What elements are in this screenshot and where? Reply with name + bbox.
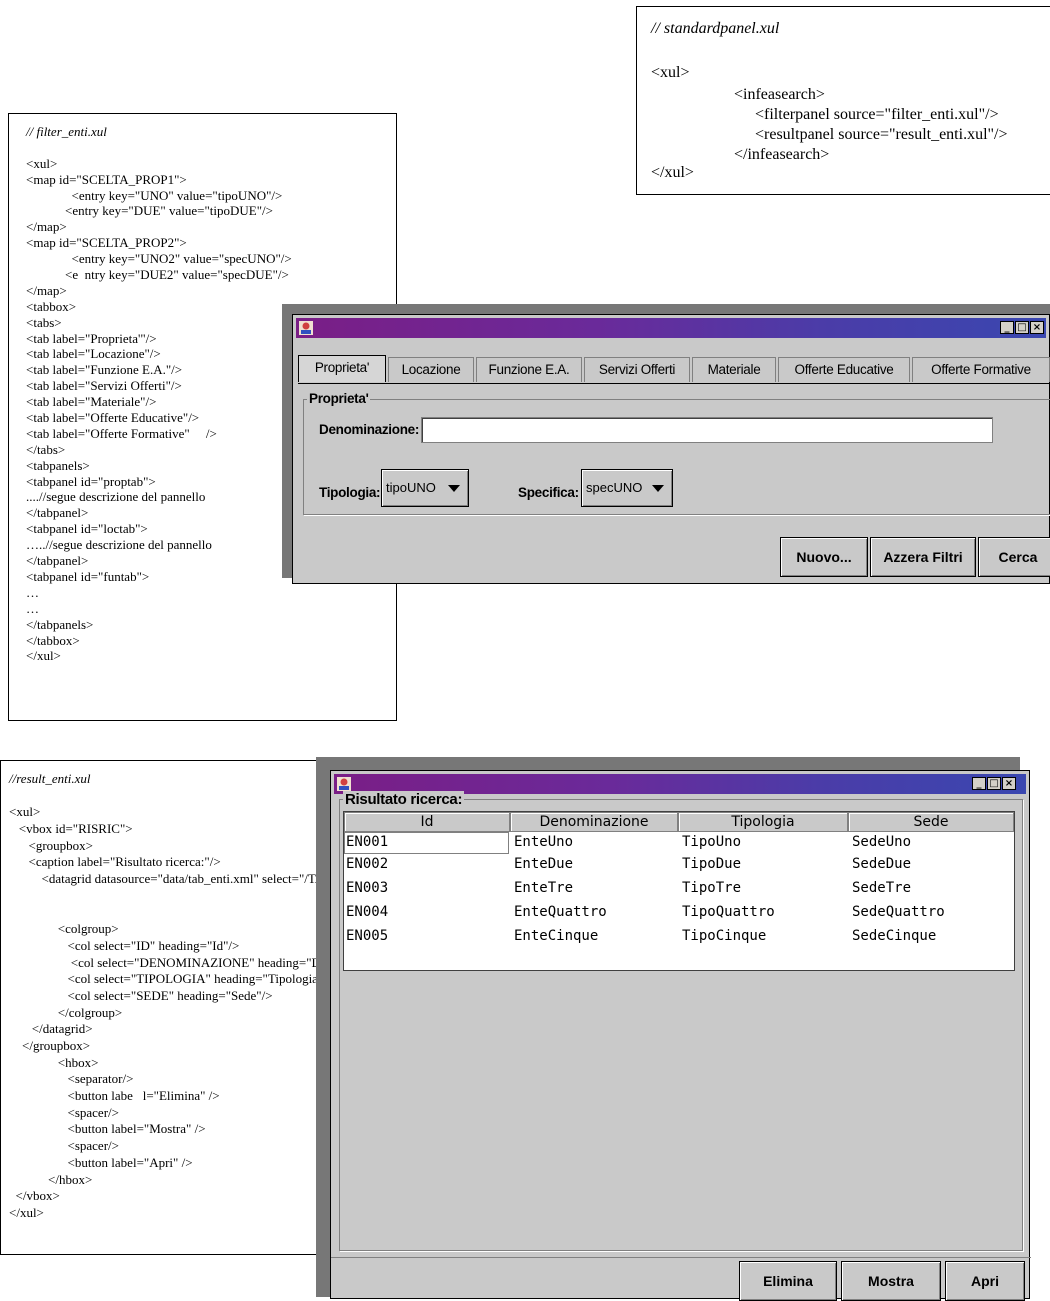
minimize-icon[interactable]: _ — [1000, 321, 1014, 334]
cell-tipologia: TipoUno — [682, 834, 742, 850]
code-line: <map id="SCELTA_PROP2"> — [26, 235, 187, 251]
tab-materiale[interactable]: Materiale — [692, 357, 776, 382]
cell-denominazione: EnteUno — [514, 834, 574, 850]
apri-button[interactable]: Apri — [945, 1261, 1025, 1301]
filter-window: _ □ × Proprieta' Locazione Funzione E.A.… — [292, 314, 1050, 584]
azzera-filtri-button[interactable]: Azzera Filtri — [870, 537, 976, 577]
code-line: … — [26, 584, 39, 600]
column-header-sede[interactable]: Sede — [848, 812, 1014, 832]
result-window: _ □ × Risultato ricerca: Id Denominazion… — [330, 770, 1031, 1301]
cell-sede: SedeDue — [852, 856, 912, 872]
group-title: Risultato ricerca: — [343, 791, 465, 808]
cell-tipologia: TipoQuattro — [682, 904, 775, 920]
cell-denominazione: EnteDue — [514, 856, 574, 872]
chevron-down-icon — [448, 485, 460, 492]
cell-denominazione: EnteTre — [514, 880, 574, 896]
tab-proprieta[interactable]: Proprieta' — [298, 355, 386, 382]
code-line: … — [26, 600, 39, 616]
code-line: </xul> — [651, 164, 694, 181]
code-line: </xul> — [26, 648, 61, 664]
specifica-select-value: specUNO — [586, 480, 643, 495]
title-bar[interactable]: _ □ × — [296, 318, 1046, 338]
column-header-tipologia[interactable]: Tipologia — [678, 812, 848, 832]
cell-sede: SedeQuattro — [852, 904, 945, 920]
maximize-icon[interactable]: □ — [987, 777, 1001, 790]
column-header-id[interactable]: Id — [344, 812, 510, 832]
maximize-icon[interactable]: □ — [1015, 321, 1029, 334]
cell-sede: SedeUno — [852, 834, 912, 850]
cell-id: EN003 — [346, 880, 389, 896]
code-line: </map> — [26, 219, 67, 235]
code-line: // filter_enti.xul — [26, 124, 107, 139]
table-row[interactable]: EN004 EnteQuattro TipoQuattro SedeQuattr… — [344, 904, 1014, 928]
specifica-select[interactable]: specUNO — [581, 469, 673, 507]
mostra-button[interactable]: Mostra — [841, 1261, 941, 1301]
code-line: <xul> — [26, 155, 58, 171]
tipologia-label: Tipologia: — [319, 485, 381, 500]
tab-strip: Proprieta' Locazione Funzione E.A. Servi… — [298, 355, 1050, 384]
code-line: <map id="SCELTA_PROP1"> — [26, 171, 187, 187]
code-line: <entry key="UNO2" value="specUNO"/> — [26, 251, 292, 267]
code-line: </tabpanels> — [26, 616, 94, 632]
minimize-icon[interactable]: _ — [972, 777, 986, 790]
specifica-label: Specifica: — [518, 485, 579, 500]
code-line: <resultpanel source="result_enti.xul"/> — [755, 126, 1008, 143]
code-line: <entry key="DUE" value="tipoDUE"/> — [26, 203, 273, 219]
tipologia-select[interactable]: tipoUNO — [381, 469, 469, 507]
button-bar-divider — [331, 1257, 1031, 1258]
chevron-down-icon — [652, 485, 664, 492]
code-line: <xul> — [651, 64, 690, 81]
column-header-denominazione[interactable]: Denominazione — [510, 812, 678, 832]
table-row[interactable]: EN002 EnteDue TipoDue SedeDue — [344, 856, 1014, 880]
cell-tipologia: TipoTre — [682, 880, 742, 896]
code-line: </tabbox> — [26, 632, 80, 648]
table-row[interactable]: EN001 EnteUno TipoUno SedeUno — [344, 832, 1014, 856]
cell-id: EN002 — [346, 856, 389, 872]
cell-tipologia: TipoCinque — [682, 928, 767, 944]
code-line: <entry key="UNO" value="tipoUNO"/> — [26, 187, 283, 203]
elimina-button[interactable]: Elimina — [739, 1261, 837, 1301]
results-datagrid[interactable]: Id Denominazione Tipologia Sede EN001 En… — [343, 811, 1015, 971]
close-icon[interactable]: × — [1002, 777, 1016, 790]
cell-sede: SedeCinque — [852, 928, 937, 944]
denominazione-label: Denominazione: — [319, 422, 420, 437]
code-line: </infeasearch> — [734, 146, 830, 163]
cell-denominazione: EnteQuattro — [514, 904, 607, 920]
cell-id: EN001 — [346, 834, 389, 850]
tab-locazione[interactable]: Locazione — [388, 357, 474, 382]
tipologia-select-value: tipoUNO — [386, 480, 436, 495]
cell-id: EN005 — [346, 928, 389, 944]
group-title: Proprieta' — [307, 391, 371, 406]
tab-servizi-offerti[interactable]: Servizi Offerti — [584, 357, 690, 382]
code-line: </map> — [26, 282, 67, 298]
close-icon[interactable]: × — [1030, 321, 1044, 334]
cell-id: EN004 — [346, 904, 389, 920]
tab-offerte-formative[interactable]: Offerte Formative — [912, 357, 1050, 382]
app-icon — [337, 777, 351, 791]
table-row[interactable]: EN003 EnteTre TipoTre SedeTre — [344, 880, 1014, 904]
nuovo-button[interactable]: Nuovo... — [780, 537, 868, 577]
table-row[interactable]: EN005 EnteCinque TipoCinque SedeCinque — [344, 928, 1014, 952]
app-icon — [299, 321, 313, 335]
standardpanel-code-box: // standardpanel.xul <xul> <infeasearch>… — [636, 6, 1050, 195]
code-line: <filterpanel source="filter_enti.xul"/> — [755, 106, 999, 123]
denominazione-input[interactable] — [421, 417, 993, 443]
cell-denominazione: EnteCinque — [514, 928, 599, 944]
cell-tipologia: TipoDue — [682, 856, 742, 872]
code-line: // standardpanel.xul — [651, 20, 780, 37]
tab-offerte-educative[interactable]: Offerte Educative — [778, 357, 910, 382]
cell-sede: SedeTre — [852, 880, 912, 896]
tab-panel-border — [298, 383, 1050, 384]
code-line: <e ntry key="DUE2" value="specDUE"/> — [26, 267, 289, 283]
tab-funzione-ea[interactable]: Funzione E.A. — [476, 357, 582, 382]
cerca-button[interactable]: Cerca — [978, 537, 1050, 577]
code-line: <infeasearch> — [734, 86, 825, 103]
